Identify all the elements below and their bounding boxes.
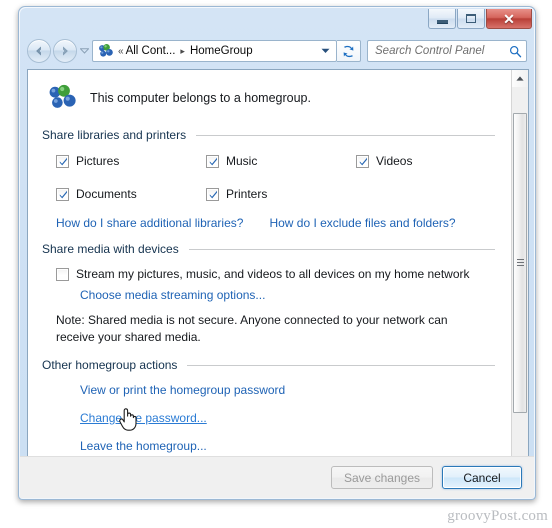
search-icon[interactable] xyxy=(509,45,522,58)
link-view-or-print-password[interactable]: View or print the homegroup password xyxy=(80,383,499,397)
page-title: This computer belongs to a homegroup. xyxy=(90,91,311,105)
checkmark-icon xyxy=(209,157,217,165)
chevron-down-icon xyxy=(321,48,329,53)
checkbox-box[interactable] xyxy=(356,154,369,168)
watermark: groovyPost.com xyxy=(447,508,548,524)
screenshot-root: ✕ « All Cont... ▸ HomeGroup Search Contr… xyxy=(0,0,552,528)
section-heading-share-libraries: Share libraries and printers xyxy=(42,128,499,142)
checkbox-documents[interactable]: Documents xyxy=(56,187,206,201)
settings-pane: This computer belongs to a homegroup. Sh… xyxy=(28,70,513,492)
checkbox-box[interactable] xyxy=(56,154,69,168)
homegroup-icon xyxy=(98,43,114,59)
section-heading-label: Share libraries and printers xyxy=(42,128,187,142)
checkmark-icon xyxy=(359,157,367,165)
checkmark-icon xyxy=(209,190,217,198)
checkbox-label: Music xyxy=(226,154,258,168)
minimize-icon xyxy=(436,19,448,24)
section-divider xyxy=(188,248,495,250)
library-row: Documents Printers xyxy=(56,187,499,201)
checkmark-icon xyxy=(59,190,67,198)
media-settings-body: Stream my pictures, music, and videos to… xyxy=(56,267,499,346)
cancel-button[interactable]: Cancel xyxy=(442,466,522,489)
homegroup-window: ✕ « All Cont... ▸ HomeGroup Search Contr… xyxy=(18,6,536,500)
content-area: This computer belongs to a homegroup. Sh… xyxy=(27,69,529,493)
section-divider xyxy=(187,364,495,366)
scrollbar-grip-icon xyxy=(516,258,524,268)
checkbox-pictures[interactable]: Pictures xyxy=(56,154,206,168)
checkbox-label: Printers xyxy=(226,187,268,201)
link-share-additional-libraries[interactable]: How do I share additional libraries? xyxy=(56,216,243,230)
address-bar[interactable]: « All Cont... ▸ HomeGroup xyxy=(92,40,337,62)
checkbox-label: Pictures xyxy=(76,154,120,168)
maximize-icon xyxy=(466,14,476,23)
minimize-button[interactable] xyxy=(428,9,456,29)
breadcrumb-overflow-chevron[interactable]: « xyxy=(118,46,123,57)
help-links-row: How do I share additional libraries? How… xyxy=(56,216,499,230)
close-icon: ✕ xyxy=(503,10,515,27)
library-checkbox-grid: Pictures Music Videos Documents Printers xyxy=(56,154,499,201)
checkbox-label: Documents xyxy=(76,187,137,201)
checkbox-box[interactable] xyxy=(56,187,69,201)
breadcrumb-item-homegroup[interactable]: HomeGroup xyxy=(190,45,253,57)
checkbox-label: Stream my pictures, music, and videos to… xyxy=(76,267,470,281)
refresh-icon xyxy=(343,45,354,57)
triangle-up-icon xyxy=(516,76,524,81)
refresh-button[interactable] xyxy=(337,40,361,62)
section-divider xyxy=(196,134,495,136)
checkmark-icon xyxy=(59,157,67,165)
back-arrow-icon xyxy=(36,46,41,56)
homegroup-status-header: This computer belongs to a homegroup. xyxy=(48,80,499,116)
save-changes-button[interactable]: Save changes xyxy=(330,466,433,489)
homegroup-icon xyxy=(48,84,78,112)
checkbox-music[interactable]: Music xyxy=(206,154,356,168)
recent-pages-button[interactable] xyxy=(77,41,91,61)
link-choose-media-streaming-options[interactable]: Choose media streaming options... xyxy=(80,288,499,302)
section-heading-share-media: Share media with devices xyxy=(42,242,499,256)
back-button[interactable] xyxy=(27,39,51,63)
section-heading-other-actions: Other homegroup actions xyxy=(42,358,499,372)
checkbox-printers[interactable]: Printers xyxy=(206,187,356,201)
scrollbar-thumb[interactable] xyxy=(513,113,527,413)
scroll-up-button[interactable] xyxy=(512,70,528,87)
link-exclude-files-and-folders[interactable]: How do I exclude files and folders? xyxy=(269,216,455,230)
breadcrumb-separator-icon: ▸ xyxy=(180,45,185,56)
checkbox-videos[interactable]: Videos xyxy=(356,154,496,168)
checkbox-box[interactable] xyxy=(56,267,69,281)
title-bar: ✕ xyxy=(19,7,535,37)
library-row: Pictures Music Videos xyxy=(56,154,499,168)
media-security-note: Note: Shared media is not secure. Anyone… xyxy=(56,313,448,345)
vertical-scrollbar[interactable] xyxy=(511,70,528,492)
checkbox-box[interactable] xyxy=(206,154,219,168)
navigation-bar: « All Cont... ▸ HomeGroup Search Control… xyxy=(19,35,535,67)
section-heading-label: Other homegroup actions xyxy=(42,358,178,373)
link-leave-the-homegroup[interactable]: Leave the homegroup... xyxy=(80,439,499,453)
maximize-button[interactable] xyxy=(457,9,485,29)
dialog-footer: Save changes Cancel xyxy=(20,456,534,498)
chevron-down-icon xyxy=(79,48,89,54)
forward-arrow-icon xyxy=(63,46,68,56)
search-placeholder: Search Control Panel xyxy=(375,45,485,57)
checkbox-label: Videos xyxy=(376,154,413,168)
link-change-the-password[interactable]: Change the password... xyxy=(80,411,499,425)
close-button[interactable]: ✕ xyxy=(486,9,532,29)
breadcrumb-item-all-control-panel[interactable]: All Cont... xyxy=(126,45,176,57)
caption-button-group: ✕ xyxy=(427,9,532,29)
section-heading-label: Share media with devices xyxy=(42,242,179,256)
search-input[interactable]: Search Control Panel xyxy=(367,40,527,62)
forward-button[interactable] xyxy=(53,39,77,63)
checkbox-stream-media[interactable]: Stream my pictures, music, and videos to… xyxy=(56,267,499,281)
checkbox-box[interactable] xyxy=(206,187,219,201)
address-dropdown-button[interactable] xyxy=(317,48,333,54)
